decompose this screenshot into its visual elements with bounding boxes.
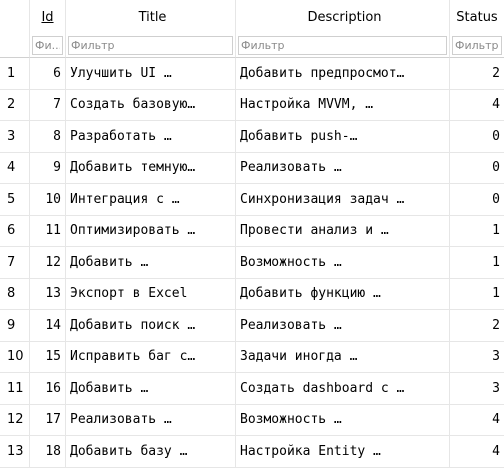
table-row[interactable]: 2 7 Создать базовую… Настройка MVVM, … 4 bbox=[0, 89, 504, 121]
title-cell[interactable]: Исправить баг с… bbox=[66, 341, 236, 373]
status-cell[interactable]: 4 bbox=[450, 436, 504, 468]
table-row[interactable]: 13 18 Добавить базу … Настройка Entity … 4 bbox=[0, 436, 504, 468]
id-cell[interactable]: 6 bbox=[30, 58, 66, 90]
description-cell[interactable]: Настройка MVVM, … bbox=[236, 89, 450, 121]
row-number-cell[interactable]: 12 bbox=[0, 404, 30, 436]
row-number-cell[interactable]: 8 bbox=[0, 278, 30, 310]
row-number-cell[interactable]: 6 bbox=[0, 215, 30, 247]
table-row[interactable]: 5 10 Интеграция с … Синхронизация задач … 0 bbox=[0, 184, 504, 216]
filter-input-status[interactable] bbox=[452, 36, 502, 55]
row-number-cell[interactable]: 1 bbox=[0, 58, 30, 90]
title-cell[interactable]: Интеграция с … bbox=[66, 184, 236, 216]
status-cell[interactable]: 3 bbox=[450, 373, 504, 405]
table-row[interactable]: 9 14 Добавить поиск … Реализовать … 2 bbox=[0, 310, 504, 342]
table-row[interactable]: 10 15 Исправить баг с… Задачи иногда … 3 bbox=[0, 341, 504, 373]
status-cell[interactable]: 1 bbox=[450, 216, 504, 247]
filter-input-description[interactable] bbox=[238, 36, 447, 55]
status-cell[interactable]: 3 bbox=[450, 342, 504, 373]
column-header-id-label: Id bbox=[41, 9, 54, 25]
description-cell[interactable]: Настройка Entity … bbox=[236, 436, 450, 468]
description-cell[interactable]: Создать dashboard с … bbox=[236, 373, 450, 405]
title-cell[interactable]: Добавить базу … bbox=[66, 436, 236, 468]
status-cell[interactable]: 1 bbox=[450, 247, 504, 279]
filter-cell-description bbox=[236, 34, 450, 58]
title-cell[interactable]: Добавить темную… bbox=[66, 152, 236, 184]
column-header-description[interactable]: Description bbox=[236, 0, 450, 34]
description-cell[interactable]: Синхронизация задач … bbox=[236, 184, 450, 216]
row-number-cell[interactable]: 9 bbox=[0, 310, 30, 342]
table-row[interactable]: 7 12 Добавить … Возможность … 1 bbox=[0, 247, 504, 279]
row-number-cell[interactable]: 2 bbox=[0, 89, 30, 121]
column-header-title[interactable]: Title bbox=[66, 0, 236, 34]
id-cell[interactable]: 14 bbox=[30, 310, 66, 342]
row-number-cell[interactable]: 3 bbox=[0, 121, 30, 153]
description-cell[interactable]: Добавить push-… bbox=[236, 121, 450, 153]
row-number-cell[interactable]: 11 bbox=[0, 373, 30, 405]
id-cell[interactable]: 7 bbox=[30, 89, 66, 121]
filter-cell-id bbox=[30, 34, 66, 58]
description-cell[interactable]: Возможность … bbox=[236, 404, 450, 436]
id-cell[interactable]: 18 bbox=[30, 436, 66, 468]
status-cell[interactable]: 0 bbox=[450, 121, 504, 153]
title-cell[interactable]: Добавить поиск … bbox=[66, 310, 236, 342]
filter-cell-title bbox=[66, 34, 236, 58]
status-cell[interactable]: 0 bbox=[450, 184, 504, 216]
table-row[interactable]: 6 11 Оптимизировать … Провести анализ и … 1 bbox=[0, 215, 504, 247]
row-number-header[interactable] bbox=[0, 0, 30, 34]
title-cell[interactable]: Улучшить UI … bbox=[66, 58, 236, 90]
title-cell[interactable]: Добавить … bbox=[66, 373, 236, 405]
title-cell[interactable]: Разработать … bbox=[66, 121, 236, 153]
row-number-cell[interactable]: 7 bbox=[0, 247, 30, 279]
description-cell[interactable]: Возможность … bbox=[236, 247, 450, 279]
table-row[interactable]: 3 8 Разработать … Добавить push-… 0 bbox=[0, 121, 504, 153]
status-cell[interactable]: 4 bbox=[450, 90, 504, 121]
filter-input-title[interactable] bbox=[68, 36, 233, 55]
status-cell[interactable]: 2 bbox=[450, 310, 504, 342]
id-cell[interactable]: 9 bbox=[30, 152, 66, 184]
status-cell[interactable]: 0 bbox=[450, 153, 504, 184]
id-cell[interactable]: 16 bbox=[30, 373, 66, 405]
filter-input-id[interactable] bbox=[32, 36, 63, 55]
row-number-cell[interactable]: 5 bbox=[0, 184, 30, 216]
table-row[interactable]: 11 16 Добавить … Создать dashboard с … 3 bbox=[0, 373, 504, 405]
filter-cell-status bbox=[450, 34, 504, 58]
status-cell[interactable]: 1 bbox=[450, 279, 504, 310]
description-cell[interactable]: Добавить предпросмот… bbox=[236, 58, 450, 90]
description-cell[interactable]: Задачи иногда … bbox=[236, 341, 450, 373]
column-header-title-label: Title bbox=[138, 9, 167, 25]
id-cell[interactable]: 11 bbox=[30, 215, 66, 247]
description-cell[interactable]: Реализовать … bbox=[236, 152, 450, 184]
filter-row bbox=[0, 34, 504, 58]
table-row[interactable]: 12 17 Реализовать … Возможность … 4 bbox=[0, 404, 504, 436]
column-header-id[interactable]: Id bbox=[30, 0, 66, 34]
table-row[interactable]: 1 6 Улучшить UI … Добавить предпросмот… 2 bbox=[0, 58, 504, 90]
id-cell[interactable]: 8 bbox=[30, 121, 66, 153]
description-cell[interactable]: Реализовать … bbox=[236, 310, 450, 342]
description-cell[interactable]: Добавить функцию … bbox=[236, 278, 450, 310]
id-cell[interactable]: 12 bbox=[30, 247, 66, 279]
column-header-description-label: Description bbox=[307, 9, 382, 25]
column-header-status[interactable]: Status bbox=[450, 0, 504, 34]
id-cell[interactable]: 10 bbox=[30, 184, 66, 216]
title-cell[interactable]: Экспорт в Excel bbox=[66, 278, 236, 310]
row-number-cell[interactable]: 13 bbox=[0, 436, 30, 468]
description-cell[interactable]: Провести анализ и … bbox=[236, 215, 450, 247]
title-cell[interactable]: Добавить … bbox=[66, 247, 236, 279]
status-cell[interactable]: 4 bbox=[450, 405, 504, 436]
row-number-cell[interactable]: 4 bbox=[0, 152, 30, 184]
status-cell[interactable]: 2 bbox=[450, 58, 504, 90]
filter-row-spacer bbox=[0, 34, 30, 58]
title-cell[interactable]: Реализовать … bbox=[66, 404, 236, 436]
id-cell[interactable]: 17 bbox=[30, 404, 66, 436]
title-cell[interactable]: Создать базовую… bbox=[66, 89, 236, 121]
data-grid: Id Title Description Status 16Улучшить U… bbox=[0, 0, 504, 468]
table-row[interactable]: 8 13 Экспорт в Excel Добавить функцию … 1 bbox=[0, 278, 504, 310]
table-row[interactable]: 4 9 Добавить темную… Реализовать … 0 bbox=[0, 152, 504, 184]
column-header-status-label: Status bbox=[456, 9, 498, 25]
header-row: Id Title Description Status bbox=[0, 0, 504, 34]
id-cell[interactable]: 13 bbox=[30, 278, 66, 310]
title-cell[interactable]: Оптимизировать … bbox=[66, 215, 236, 247]
row-number-cell[interactable]: 10 bbox=[0, 341, 30, 373]
id-cell[interactable]: 15 bbox=[30, 341, 66, 373]
